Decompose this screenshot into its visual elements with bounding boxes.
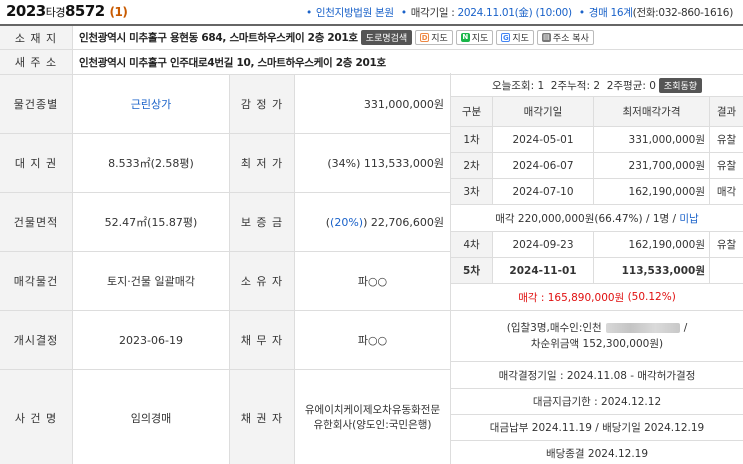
redacted-buyer [605,323,680,333]
final-sale-rate: (50.12%) [627,291,676,303]
sale-object-value: 토지·건물 일괄매각 [73,252,230,311]
phone-number: (전화:032-860-1616) [632,7,734,19]
daum-map-button[interactable]: D 지도 [415,30,453,45]
final-sale-row: 매각 : 165,890,000원 (50.12%) [451,284,743,311]
case-name-label: 사 건 명 [0,370,73,464]
payment-due: 대금지급기한 : 2024.12.12 [451,389,743,415]
history-header: 구분 매각기일 최저매각가격 결과 [451,97,743,127]
appraisal-value: 331,000,000원 [295,75,451,134]
copy-icon: ▤ [541,33,551,42]
deposit-rate: (20%) [330,215,364,229]
history-row-current: 5차 2024-11-01 113,533,000원 [451,258,743,284]
owner-value: 파○○ [295,252,451,311]
naver-map-button[interactable]: N 지도 [455,30,494,45]
court-name: 인천지방법원 본원 [315,7,394,19]
bidders-info: (입찰3명,매수인:인천 / 차순위금액 152,300,000원) [451,311,743,362]
google-icon: G [501,33,511,42]
start-decision-label: 개시결정 [0,311,73,370]
header-info: • 인천지방법원 본원 • 매각기일 : 2024.11.01(金) (10:00)… [305,7,734,19]
col-round: 구분 [451,97,493,126]
creditor-label: 채 권 자 [230,370,295,464]
land-right-label: 대 지 권 [0,134,73,193]
view-stats-row: 오늘조회: 1 2주누적: 2 2주평균: 0 조회동향 [451,75,743,97]
usage-cell: 근린상가 [73,75,230,134]
usage-label: 물건종별 [0,75,73,134]
naver-icon: N [460,33,470,42]
column-divider [450,73,451,464]
view-stats: 오늘조회: 1 2주누적: 2 2주평균: 0 [491,80,656,92]
old-address: 인천광역시 미추홀구 용현동 684, 스마트하우스케이 2층 201호 [79,32,358,44]
building-area-value: 52.47㎡(15.87평) [73,193,230,252]
final-sale-price: 165,890,000원 [547,291,625,304]
deposit-label: 보 증 금 [230,193,295,252]
new-address-label: 새 주 소 [0,50,73,75]
old-address-row: 인천광역시 미추홀구 용현동 684, 스마트하우스케이 2층 201호 도로명… [73,26,743,50]
creditor-value: 유에이치케이제오차유동화전문 유한회사(양도인:국민은행) [295,370,451,464]
sale-decision: 매각결정기일 : 2024.11.08 - 매각허가결정 [451,362,743,389]
owner-label: 소 유 자 [230,252,295,311]
unpaid-status: 미납 [679,212,699,225]
land-right-value: 8.533㎡(2.58평) [73,134,230,193]
case-item-count: (1) [109,5,128,19]
road-address-search-button[interactable]: 도로명검색 [360,30,413,45]
history-row: 3차 2024-07-10 162,190,000원 매각 [451,179,743,205]
minimum-price-rate: (34%) [327,156,361,170]
debtor-label: 채 무 자 [230,311,295,370]
view-trend-button[interactable]: 조회동향 [658,78,703,93]
payment-distribution: 대금납부 2024.11.19 / 배당기일 2024.12.19 [451,415,743,441]
round3-sale-note: 매각 220,000,000원(66.47%) / 1명 / 미납 [451,205,743,232]
history-row: 4차 2024-09-23 162,190,000원 유찰 [451,232,743,258]
case-number: 2023타경8572 (1) [6,2,128,20]
history-row: 2차 2024-06-07 231,700,000원 유찰 [451,153,743,179]
new-address: 인천광역시 미추홀구 인주대로4번길 10, 스마트하우스케이 2층 201호 [79,56,386,69]
minimum-price-value: 113,533,000원 [363,157,444,170]
copy-address-button[interactable]: ▤ 주소 복사 [536,30,594,45]
minimum-price-cell: (34%) 113,533,000원 [295,134,451,193]
new-address-row: 인천광역시 미추홀구 인주대로4번길 10, 스마트하우스케이 2층 201호 [73,50,743,75]
history-row: 1차 2024-05-01 331,000,000원 유찰 [451,127,743,153]
distribution-closed: 배당종결 2024.12.19 [451,441,743,464]
col-min-price: 최저매각가격 [594,97,710,126]
case-detail-table: 소 재 지 인천광역시 미추홀구 용현동 684, 스마트하우스케이 2층 20… [0,24,743,464]
deposit-cell: ((20%)) 22,706,600원 [295,193,451,252]
col-sale-date: 매각기일 [493,97,594,126]
minimum-price-label: 최 저 가 [230,134,295,193]
daum-icon: D [420,33,430,42]
sale-object-label: 매각물건 [0,252,73,311]
case-name-value: 임의경매 [73,370,230,464]
start-decision-value: 2023-06-19 [73,311,230,370]
deposit-value: 22,706,600원 [370,216,444,229]
col-result: 결과 [716,106,737,118]
google-map-button[interactable]: G 지도 [496,30,534,45]
usage-link[interactable]: 근린상가 [131,96,171,112]
sale-date: 2024.11.01(金) (10:00) [457,7,573,19]
case-header: 2023타경8572 (1) • 인천지방법원 본원 • 매각기일 : 2024.1… [0,0,743,25]
court-department: 경매 16계 [588,7,633,19]
building-area-label: 건물면적 [0,193,73,252]
appraisal-label: 감 정 가 [230,75,295,134]
debtor-value: 파○○ [295,311,451,370]
old-address-label: 소 재 지 [0,26,73,50]
